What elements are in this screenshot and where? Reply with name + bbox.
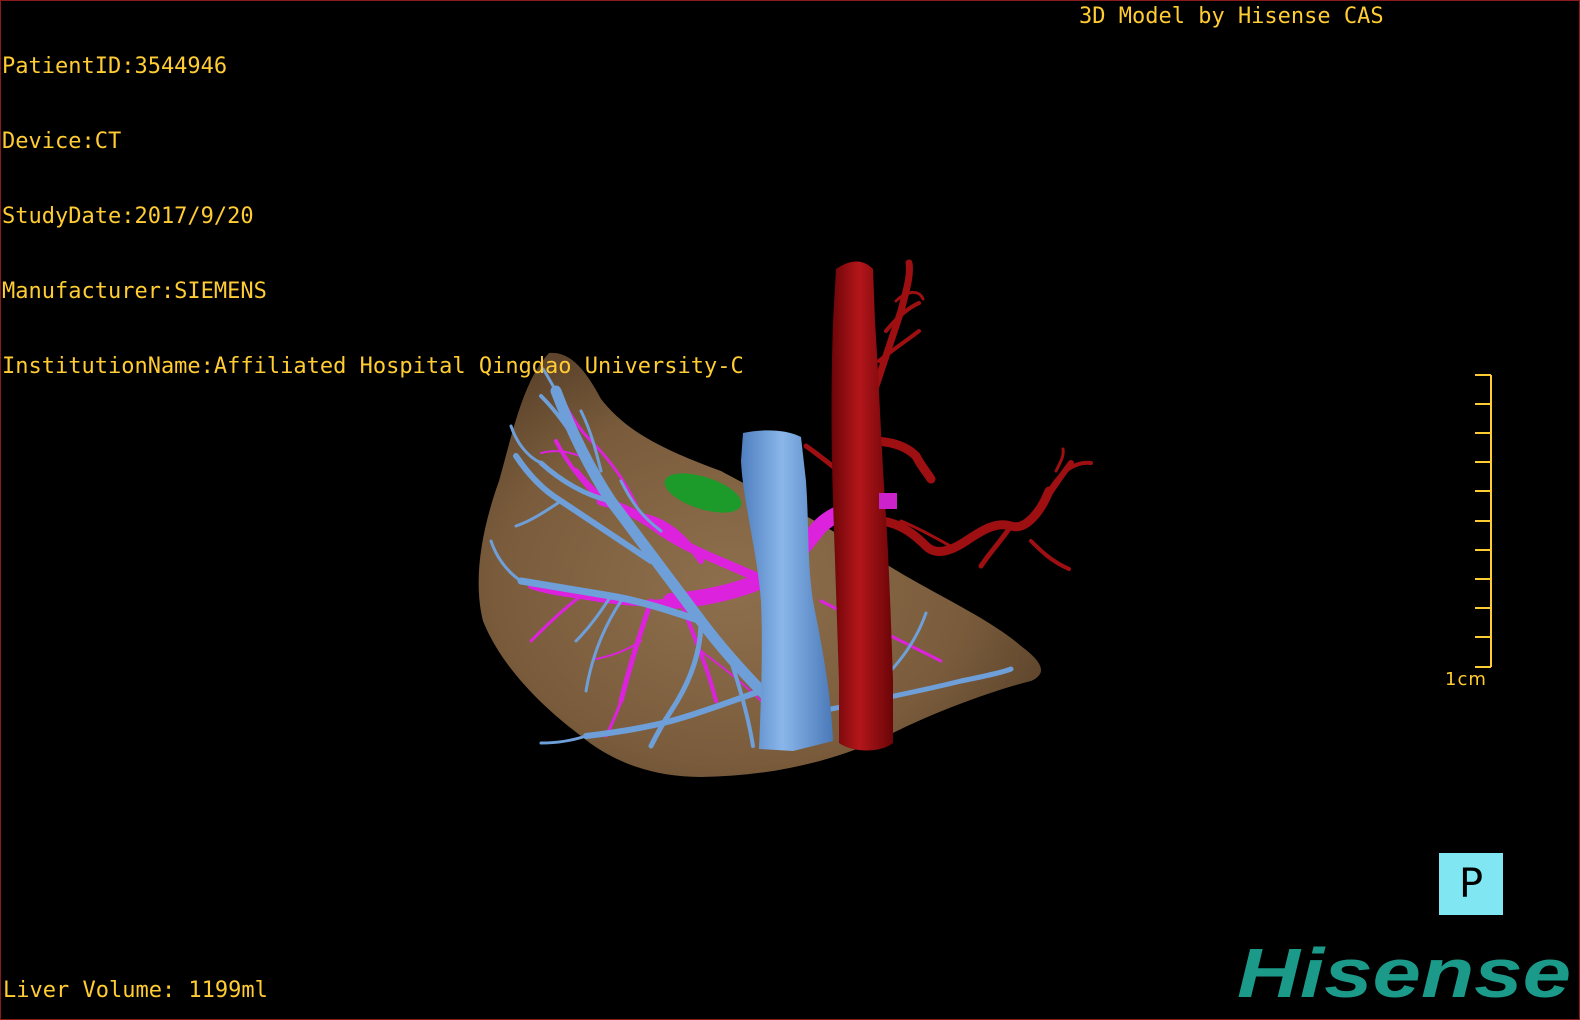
institution-name-text: InstitutionName:Affiliated Hospital Qing…: [2, 354, 744, 379]
scale-bar: [1475, 374, 1492, 668]
study-date-text: StudyDate:2017/9/20: [2, 204, 254, 229]
liver-volume-text: Liver Volume: 1199ml: [3, 978, 268, 1003]
manufacturer-text: Manufacturer:SIEMENS: [2, 279, 267, 304]
dicom-info-overlay: PatientID:3544946 Device:CT StudyDate:20…: [2, 4, 744, 429]
orientation-button[interactable]: P: [1439, 853, 1503, 915]
hisense-logo-text: Hisense: [1237, 941, 1571, 1007]
3d-viewport[interactable]: PatientID:3544946 Device:CT StudyDate:20…: [0, 0, 1580, 1020]
model-credit-text: 3D Model by Hisense CAS: [1079, 4, 1384, 29]
portal-vein-stub: [879, 493, 897, 509]
scale-bar-label: 1cm: [1445, 669, 1487, 690]
hisense-logo: Hisense: [1237, 941, 1571, 1007]
patient-id-text: PatientID:3544946: [2, 54, 228, 79]
device-text: Device:CT: [2, 129, 122, 154]
